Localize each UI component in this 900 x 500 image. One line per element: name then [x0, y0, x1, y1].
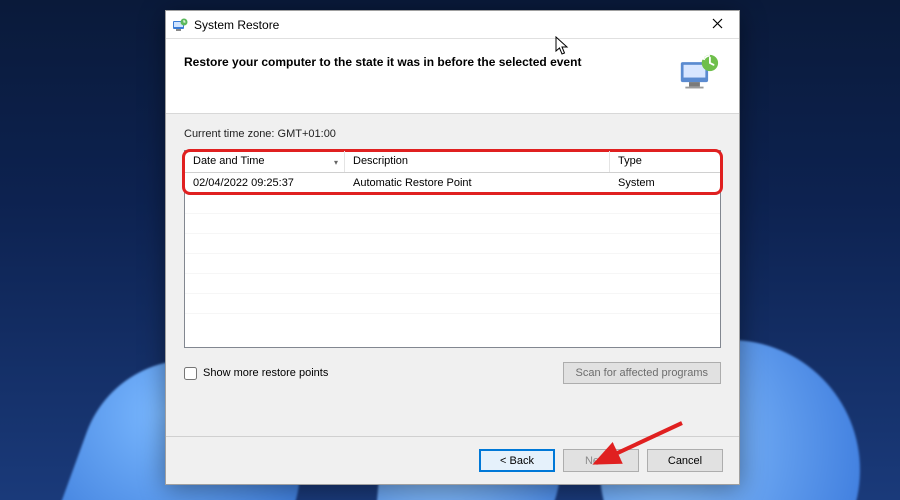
col-description[interactable]: Description [345, 151, 610, 172]
col-type[interactable]: Type [610, 151, 720, 172]
close-button[interactable] [701, 16, 733, 33]
cell-description: Automatic Restore Point [345, 177, 610, 189]
wizard-header: Restore your computer to the state it wa… [166, 39, 739, 114]
wizard-footer: < Back Next > Cancel [166, 436, 739, 484]
page-title: Restore your computer to the state it wa… [184, 53, 665, 69]
close-icon [712, 18, 723, 29]
titlebar: System Restore [166, 11, 739, 39]
timezone-label: Current time zone: GMT+01:00 [184, 128, 721, 140]
restore-points-table[interactable]: Date and Time ▾ Description Type 02/04/2… [184, 150, 721, 348]
col-header-label: Type [618, 155, 642, 167]
options-row: Show more restore points Scan for affect… [184, 362, 721, 384]
col-header-label: Date and Time [193, 155, 265, 167]
table-row[interactable]: 02/04/2022 09:25:37 Automatic Restore Po… [185, 173, 720, 193]
system-restore-icon [172, 17, 188, 33]
content-area: Current time zone: GMT+01:00 Date and Ti… [166, 114, 739, 436]
restore-hero-icon [677, 53, 721, 93]
show-more-checkbox-input[interactable] [184, 367, 197, 380]
show-more-checkbox[interactable]: Show more restore points [184, 367, 328, 380]
system-restore-window: System Restore Restore your computer to … [165, 10, 740, 485]
scan-affected-button[interactable]: Scan for affected programs [563, 362, 721, 384]
cancel-button[interactable]: Cancel [647, 449, 723, 472]
cell-type: System [610, 177, 720, 189]
table-header: Date and Time ▾ Description Type [185, 151, 720, 173]
next-button[interactable]: Next > [563, 449, 639, 472]
back-button[interactable]: < Back [479, 449, 555, 472]
show-more-label: Show more restore points [203, 367, 328, 379]
sort-caret-icon: ▾ [334, 158, 338, 167]
col-date-time[interactable]: Date and Time ▾ [185, 151, 345, 172]
cell-date-time: 02/04/2022 09:25:37 [185, 177, 345, 189]
col-header-label: Description [353, 155, 408, 167]
window-title: System Restore [194, 18, 279, 32]
